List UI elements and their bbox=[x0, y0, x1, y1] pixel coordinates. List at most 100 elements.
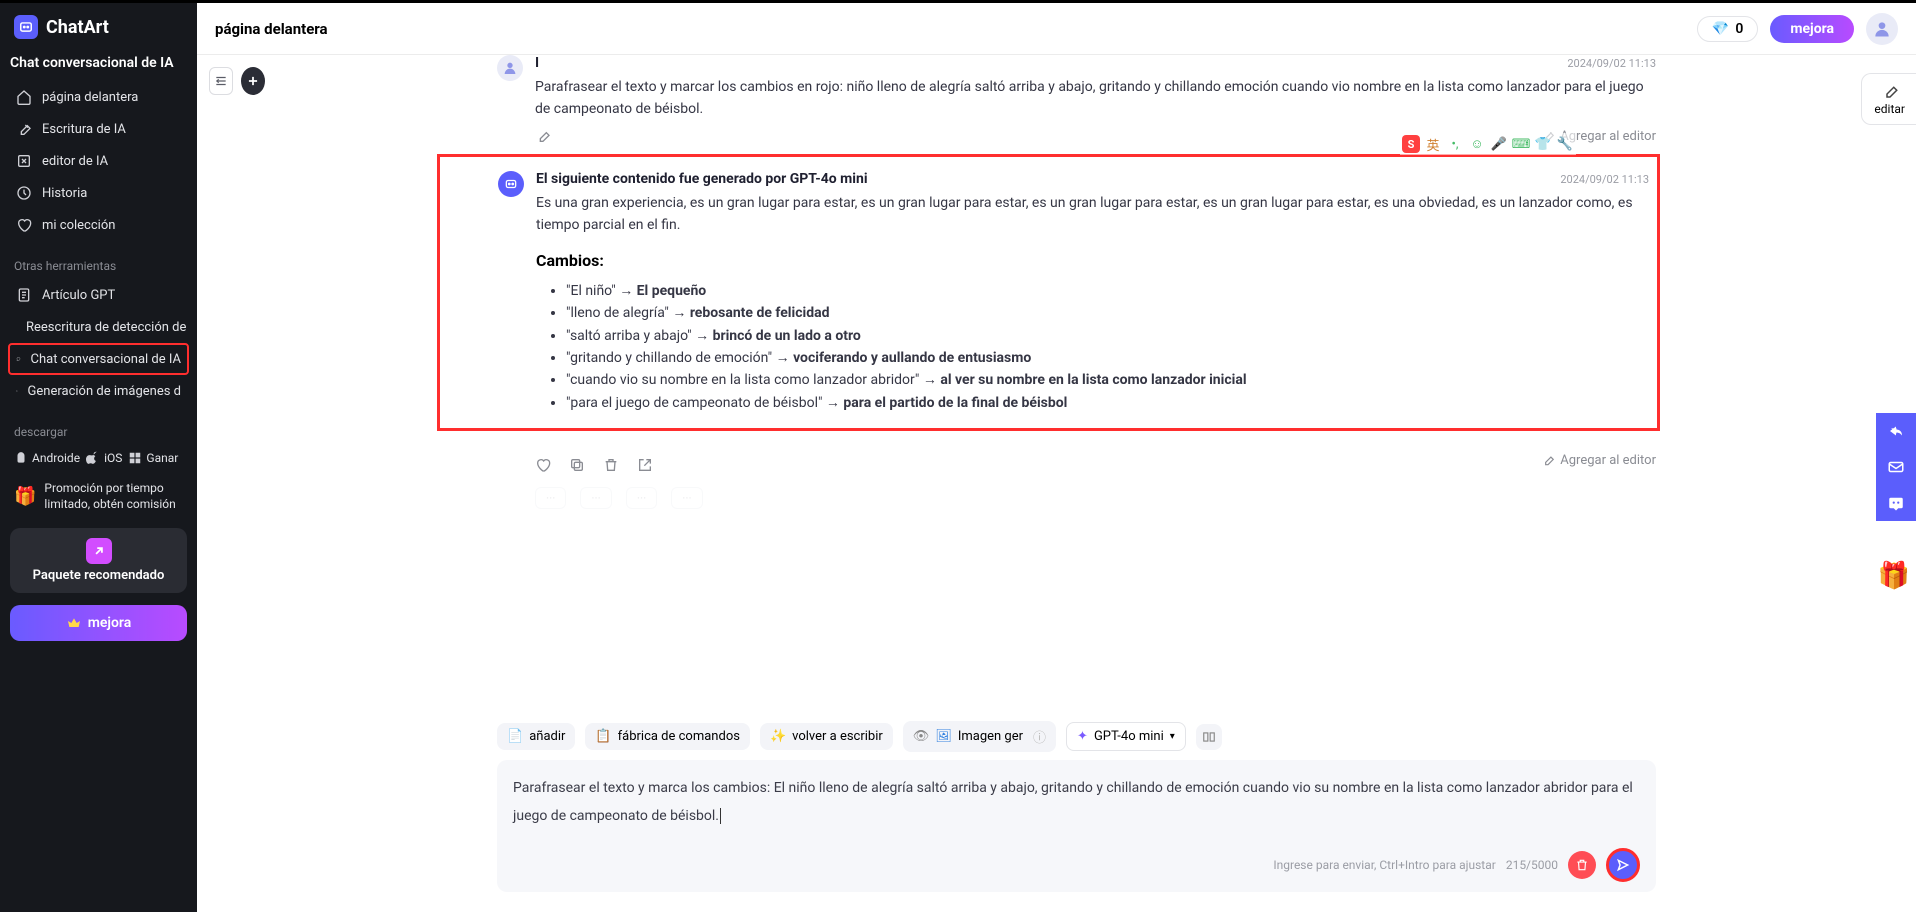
download-android[interactable]: Androide bbox=[14, 451, 80, 465]
upgrade-button[interactable]: mejora bbox=[10, 605, 187, 641]
composer-input[interactable]: Parafrasear el texto y marca los cambios… bbox=[513, 774, 1640, 844]
user-message: I 2024/09/02 11:13 Parafrasear el texto … bbox=[497, 55, 1656, 144]
ime-mic-icon[interactable]: 🎤 bbox=[1490, 135, 1508, 153]
ai-name: El siguiente contenido fue generado por … bbox=[536, 171, 868, 187]
sidebar-item-image-gen[interactable]: Generación de imágenes d bbox=[8, 375, 189, 407]
suggestion-row: ··· ··· ··· ··· bbox=[535, 483, 1656, 513]
sidebar-item-article-gpt[interactable]: Artículo GPT bbox=[8, 279, 189, 311]
sidebar-item-label: editor de IA bbox=[42, 154, 108, 169]
ime-person-icon[interactable]: 👕 bbox=[1534, 135, 1552, 153]
logo-text: ChatArt bbox=[46, 17, 109, 38]
credits-pill[interactable]: 💎 0 bbox=[1697, 16, 1758, 42]
new-chat-button[interactable] bbox=[241, 67, 265, 95]
change-item: "lleno de alegría" → rebosante de felici… bbox=[566, 302, 1649, 324]
ime-keyboard-icon[interactable]: ⌨ bbox=[1512, 135, 1530, 153]
diamond-icon: 💎 bbox=[1712, 21, 1729, 37]
composer-area: 📄añadir 📋fábrica de comandos ✨volver a e… bbox=[277, 721, 1916, 912]
add-to-editor-button[interactable]: Agregar al editor bbox=[1541, 453, 1656, 468]
download-row: Androide iOS Ganar bbox=[8, 445, 189, 471]
user-message-text: Parafrasear el texto y marcar los cambio… bbox=[535, 77, 1656, 120]
ime-punct-icon[interactable]: •, bbox=[1446, 135, 1464, 153]
sidebar-item-label: mi colección bbox=[42, 218, 115, 233]
messages-list: I 2024/09/02 11:13 Parafrasear el texto … bbox=[277, 55, 1916, 721]
gift-icon: 🎁 bbox=[14, 486, 36, 507]
topbar: página delantera 💎 0 mejora bbox=[197, 3, 1916, 55]
main-area: página delantera 💎 0 mejora bbox=[197, 3, 1916, 912]
share-icon[interactable] bbox=[637, 457, 653, 473]
user-avatar-small bbox=[497, 55, 523, 81]
ai-message-text: Es una gran experiencia, es un gran luga… bbox=[536, 193, 1649, 236]
model-chip[interactable]: ✦GPT-4o mini▾ bbox=[1066, 722, 1186, 751]
send-button[interactable] bbox=[1606, 848, 1640, 882]
change-item: "El niño" → El pequeño bbox=[566, 280, 1649, 302]
suggestion-chip[interactable]: ··· bbox=[626, 487, 657, 509]
changes-list: "El niño" → El pequeño"lleno de alegría"… bbox=[536, 280, 1649, 414]
sidebar-item-collection[interactable]: mi colección bbox=[8, 209, 189, 241]
ime-wrench-icon[interactable]: 🔧 bbox=[1556, 135, 1574, 153]
ai-message: El siguiente contenido fue generado por … bbox=[497, 154, 1656, 513]
sidebar-item-rewrite-detect[interactable]: Reescritura de detección de bbox=[8, 311, 189, 343]
image-chip[interactable]: 👁🖼Imagen gerⓘ bbox=[903, 721, 1056, 752]
changes-header: Cambios: bbox=[536, 251, 1649, 270]
rewrite-chip[interactable]: ✨volver a escribir bbox=[760, 723, 893, 750]
ime-emoji-icon[interactable]: ☺ bbox=[1468, 135, 1486, 153]
composer-box[interactable]: Parafrasear el texto y marca los cambios… bbox=[497, 760, 1656, 892]
download-win[interactable]: Ganar bbox=[128, 451, 178, 465]
mail-rail-button[interactable] bbox=[1876, 449, 1916, 485]
chevron-down-icon: ▾ bbox=[1170, 731, 1175, 742]
sidebar-item-label: Generación de imágenes d bbox=[28, 384, 181, 399]
edit-message-icon[interactable] bbox=[535, 128, 551, 144]
recommended-package[interactable]: Paquete recomendado bbox=[10, 528, 187, 593]
sidebar-item-label: página delantera bbox=[42, 90, 138, 105]
split-chip[interactable] bbox=[1196, 724, 1222, 750]
sparkle-icon: ✦ bbox=[1077, 729, 1088, 744]
sidebar-other-label: Otras herramientas bbox=[8, 241, 189, 279]
sidebar-item-label: Escritura de IA bbox=[42, 122, 126, 137]
user-name: I bbox=[535, 55, 539, 71]
ime-icon[interactable]: S bbox=[1402, 135, 1420, 153]
msg-time: 2024/09/02 11:13 bbox=[1560, 173, 1649, 186]
download-ios[interactable]: iOS bbox=[86, 451, 122, 465]
side-rail bbox=[1876, 413, 1916, 521]
upgrade-pill[interactable]: mejora bbox=[1770, 15, 1854, 43]
ime-lang-icon[interactable]: 英 bbox=[1424, 135, 1442, 153]
sidebar: ChatArt Chat conversacional de IA página… bbox=[0, 3, 197, 912]
image-icon: 🖼 bbox=[935, 729, 952, 744]
prompts-chip[interactable]: 📋fábrica de comandos bbox=[585, 723, 750, 750]
add-chip[interactable]: 📄añadir bbox=[497, 723, 575, 750]
share-rail-button[interactable] bbox=[1876, 413, 1916, 449]
delete-icon[interactable] bbox=[603, 457, 619, 473]
like-icon[interactable] bbox=[535, 457, 551, 473]
file-icon: 📄 bbox=[507, 729, 523, 744]
change-item: "cuando vio su nombre en la lista como l… bbox=[566, 369, 1649, 391]
left-toolbar bbox=[197, 55, 277, 912]
ime-toolbar: S 英 •, ☺ 🎤 ⌨ 👕 🔧 bbox=[1400, 133, 1576, 155]
sidebar-item-home[interactable]: página delantera bbox=[8, 81, 189, 113]
sidebar-item-label: Historia bbox=[42, 186, 87, 201]
sidebar-item-editor[interactable]: editor de IA bbox=[8, 145, 189, 177]
app-logo[interactable]: ChatArt bbox=[8, 13, 189, 51]
eye-icon: 👁 bbox=[913, 729, 930, 744]
promo-banner[interactable]: 🎁 Promoción por tiempo limitado, obtén c… bbox=[8, 471, 189, 522]
user-avatar[interactable] bbox=[1866, 13, 1898, 45]
suggestion-chip[interactable]: ··· bbox=[535, 487, 566, 509]
msg-time: 2024/09/02 11:13 bbox=[1567, 57, 1656, 70]
sidebar-item-chat[interactable]: Chat conversacional de IA bbox=[8, 343, 189, 375]
editar-tab[interactable]: editar bbox=[1861, 73, 1916, 125]
suggestion-chip[interactable]: ··· bbox=[671, 487, 702, 509]
sidebar-item-history[interactable]: Historia bbox=[8, 177, 189, 209]
gift-float-icon[interactable]: 🎁 bbox=[1878, 561, 1910, 591]
discord-rail-button[interactable] bbox=[1876, 485, 1916, 521]
sidebar-item-label: Artículo GPT bbox=[42, 288, 115, 303]
sidebar-title: Chat conversacional de IA bbox=[8, 51, 189, 81]
suggestion-chip[interactable]: ··· bbox=[580, 487, 611, 509]
toggle-sidebar-button[interactable] bbox=[209, 67, 233, 95]
sidebar-download-label: descargar bbox=[8, 407, 189, 445]
clear-button[interactable] bbox=[1568, 851, 1596, 879]
page-title: página delantera bbox=[215, 20, 328, 38]
ai-avatar bbox=[498, 171, 524, 197]
change-item: "gritando y chillando de emoción" → voci… bbox=[566, 347, 1649, 369]
copy-icon[interactable] bbox=[569, 457, 585, 473]
sidebar-item-writing[interactable]: Escritura de IA bbox=[8, 113, 189, 145]
arrow-icon bbox=[86, 538, 112, 564]
